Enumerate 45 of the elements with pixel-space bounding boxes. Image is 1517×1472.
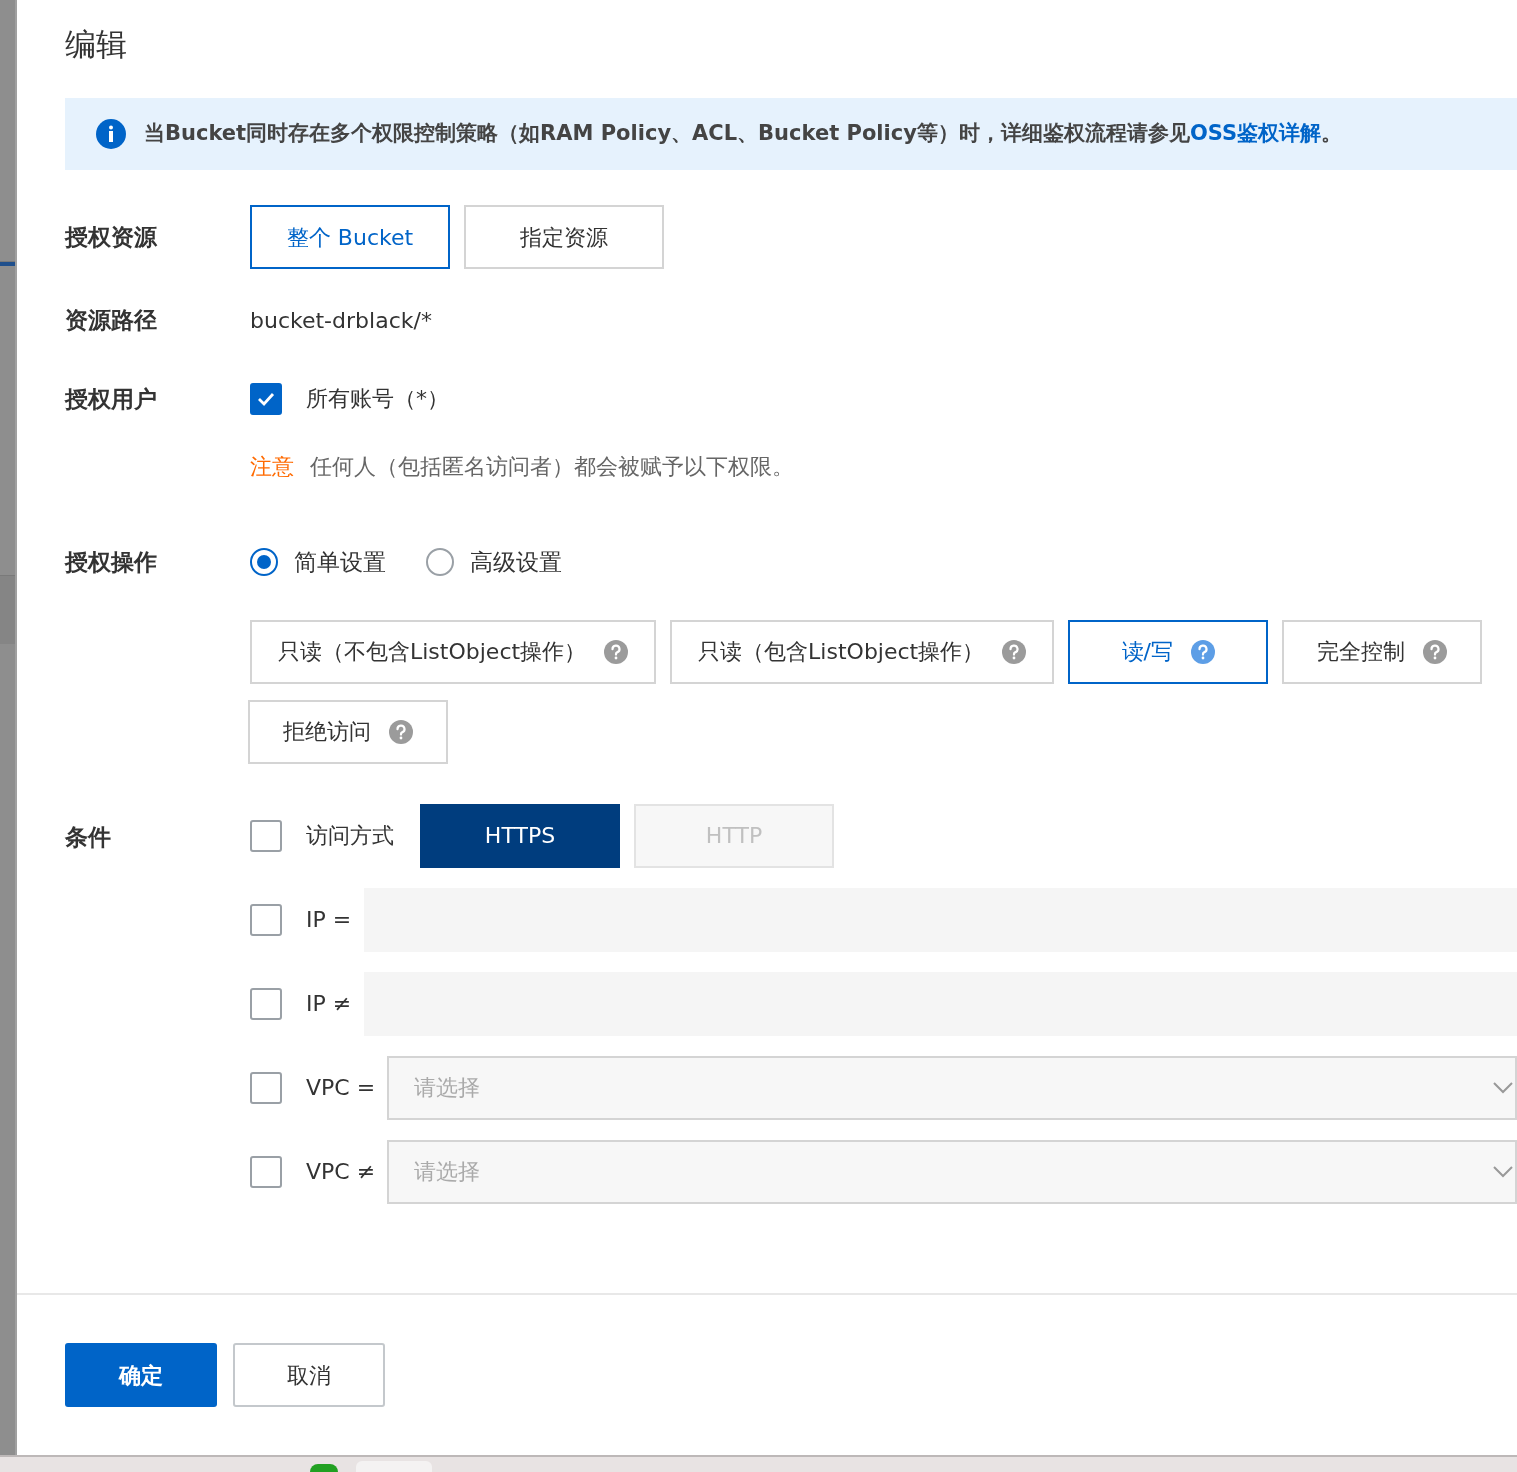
help-icon: [1190, 639, 1215, 664]
field-label: 授权资源: [65, 222, 158, 252]
condition-label: VPC ≠: [306, 1158, 377, 1186]
notice-text: 当Bucket同时存在多个权限控制策略（如RAM Policy、ACL、Bucket Policy等）时，详细鉴权流程请参见OSS鉴权详解。: [144, 120, 1343, 148]
checkbox[interactable]: [250, 1155, 282, 1188]
radio-button[interactable]: [426, 548, 454, 577]
info-icon: [96, 119, 126, 149]
help-icon: [1423, 639, 1448, 664]
condition-label: 访问方式: [306, 822, 395, 850]
condition-label: IP =: [306, 906, 353, 934]
condition-label: VPC =: [306, 1074, 377, 1102]
warning-tag: 注意: [250, 450, 294, 483]
help-icon: [1002, 639, 1027, 664]
warning-text: 任何人（包括匿名访问者）都会被赋予以下权限。: [310, 453, 794, 481]
help-icon: [389, 719, 413, 744]
checkbox[interactable]: [250, 382, 282, 415]
resource-option[interactable]: 整个 Bucket: [250, 205, 450, 269]
permission-option[interactable]: 拒绝访问: [248, 699, 448, 764]
cancel-button[interactable]: 取消: [233, 1343, 385, 1407]
chevron-down-icon: [1493, 1165, 1513, 1178]
checkbox-label: 所有账号（*）: [306, 385, 449, 414]
field-label: 授权操作: [65, 548, 158, 577]
permission-option[interactable]: 读/写: [1068, 619, 1269, 684]
field-label: 条件: [65, 822, 112, 852]
chevron-down-icon: [1493, 1081, 1513, 1094]
radio-label: 高级设置: [470, 548, 562, 577]
dialog-title: 编辑: [65, 25, 128, 64]
checkbox[interactable]: [250, 819, 282, 852]
field-label: 授权用户: [65, 384, 158, 414]
radio-button[interactable]: [250, 548, 278, 577]
auth-details-link[interactable]: OSS鉴权详解: [1189, 121, 1322, 146]
checkbox[interactable]: [250, 1071, 282, 1104]
permission-option[interactable]: 完全控制: [1282, 619, 1483, 684]
field-label: 资源路径: [65, 306, 158, 335]
permission-option[interactable]: 只读（不包含ListObject操作）: [250, 619, 657, 684]
checkbox[interactable]: [250, 903, 282, 936]
radio-label: 简单设置: [294, 548, 386, 577]
condition-label: IP ≠: [306, 990, 353, 1018]
protocol-option[interactable]: HTTPS: [420, 803, 620, 868]
permission-option[interactable]: 只读（包含ListObject操作）: [670, 619, 1055, 684]
resource-path: bucket-drblack/*: [250, 306, 432, 335]
help-icon: [604, 639, 629, 664]
resource-option[interactable]: 指定资源: [464, 205, 664, 269]
confirm-button[interactable]: 确定: [65, 1343, 217, 1407]
checkbox[interactable]: [250, 987, 282, 1020]
